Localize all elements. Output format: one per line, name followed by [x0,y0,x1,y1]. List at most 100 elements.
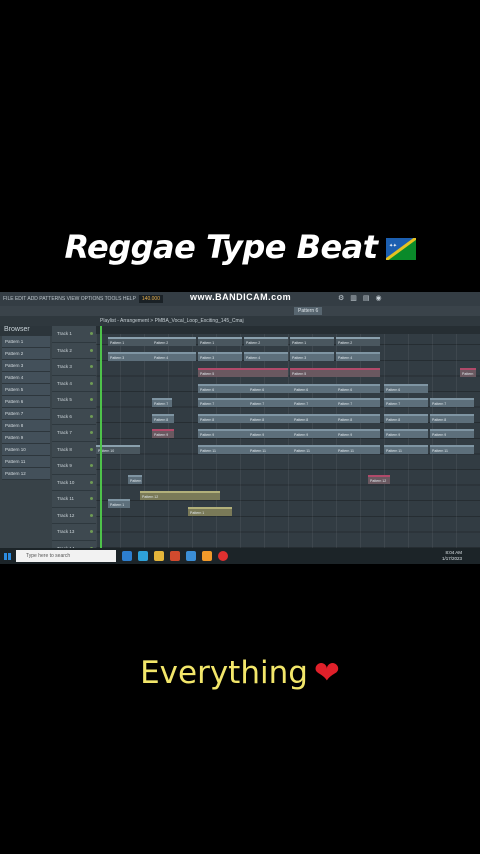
pattern-clip[interactable]: Pattern 7 [248,398,292,407]
browser-item[interactable]: Pattern 1 [2,336,50,348]
fl-studio-icon[interactable] [202,551,212,561]
pattern-clip[interactable]: Pattern 5 [198,368,288,377]
pattern-selector[interactable]: Pattern 6 [294,307,323,315]
pattern-clip[interactable]: Pattern 2 [152,337,196,346]
file-explorer-icon[interactable] [154,551,164,561]
track-header[interactable]: Track 11 [52,491,96,508]
pattern-clip[interactable]: Pattern 1 [290,337,334,346]
track-led-icon[interactable] [90,497,93,500]
browser-item[interactable]: Pattern 8 [2,420,50,432]
pattern-clip[interactable]: Pattern 7 [336,398,380,407]
track-header[interactable]: Track 5 [52,392,96,409]
pattern-clip[interactable]: Pattern 4 [244,352,288,361]
track-led-icon[interactable] [90,365,93,368]
track-led-icon[interactable] [90,332,93,335]
pattern-clip[interactable]: Pattern 7 [384,398,428,407]
pattern-clip[interactable]: Pattern 11 [430,445,474,454]
pattern-clip[interactable]: Pattern 8 [152,414,174,423]
track-led-icon[interactable] [90,381,93,385]
pattern-clip[interactable]: Pattern 9 [248,429,292,438]
pattern-clip[interactable]: Pattern 1 [108,337,152,346]
pattern-clip[interactable]: Pattern 10 [96,445,140,454]
pattern-clip[interactable]: Pattern 5 [460,368,476,377]
track-header[interactable]: Track 4 [52,376,96,392]
windows-start-icon[interactable] [0,548,14,564]
pattern-clip[interactable]: Pattern 8 [248,414,292,423]
timeline-ruler[interactable] [96,326,480,334]
pattern-clip[interactable]: Pattern 7 [430,398,474,407]
playhead[interactable] [100,326,102,548]
pattern-clip[interactable]: Pattern 1 [198,337,242,346]
track-header[interactable]: Track 3 [52,359,96,376]
browser-item[interactable]: Pattern 2 [2,348,50,360]
bandicam-icon[interactable] [218,551,228,561]
pattern-clip[interactable]: Pattern 11 [292,445,336,454]
track-led-icon[interactable] [90,480,93,484]
tempo-display[interactable]: 140.000 [138,295,163,303]
pattern-clip[interactable]: Pattern 4 [152,352,196,361]
track-led-icon[interactable] [90,431,93,434]
track-header[interactable]: Track 9 [52,458,96,475]
browser-item[interactable]: Pattern 6 [2,396,50,408]
track-led-icon[interactable] [90,348,93,352]
pattern-clip[interactable]: Pattern 9 [336,429,380,438]
plugin-icon[interactable]: ◉ [376,294,382,302]
track-led-icon[interactable] [90,398,93,401]
pattern-clip[interactable]: Pattern 7 [292,398,336,407]
pattern-clip[interactable]: Pattern 5 [290,368,380,377]
track-led-icon[interactable] [90,464,93,467]
pattern-clip[interactable]: Pattern 11 [198,445,248,454]
pattern-clip[interactable]: Pattern 9 [198,429,248,438]
chrome-icon[interactable] [170,551,180,561]
pattern-clip[interactable]: Pattern 7 [152,398,172,407]
pattern-clip[interactable]: Pattern 6 [336,384,380,393]
pattern-clip[interactable]: Pattern 1 [188,507,232,516]
pattern-clip[interactable]: Pattern 3 [108,352,152,361]
pattern-clip[interactable]: Pattern 2 [336,337,380,346]
pattern-clip[interactable]: Pattern 3 [198,352,242,361]
settings-icon[interactable]: ⚙ [338,294,344,302]
piano-icon[interactable]: ▤ [363,294,370,302]
track-header[interactable]: Track 12 [52,508,96,524]
browser-item[interactable]: Pattern 10 [2,444,50,456]
menu-items[interactable]: FILE EDIT ADD PATTERNS VIEW OPTIONS TOOL… [3,296,136,302]
browser-item[interactable]: Pattern 12 [2,468,50,480]
pattern-clip[interactable]: Pattern 8 [292,414,336,423]
pattern-clip[interactable]: Pattern 8 [198,414,248,423]
pattern-clip[interactable]: Pattern 3 [290,352,334,361]
pattern-clip[interactable]: Pattern 6 [384,384,428,393]
task-view-icon[interactable] [122,551,132,561]
browser-item[interactable]: Pattern 5 [2,384,50,396]
mixer-icon[interactable]: ▥ [350,294,357,302]
pattern-clip[interactable]: Pattern 12 [368,475,390,484]
browser-item[interactable]: Pattern 4 [2,372,50,384]
pattern-clip[interactable]: Pattern 12 [128,475,142,484]
pattern-clip[interactable]: Pattern 7 [198,398,248,407]
track-header[interactable]: Track 8 [52,442,96,458]
track-header[interactable]: Track 6 [52,409,96,425]
track-header[interactable]: Track 1 [52,326,96,343]
pattern-clip[interactable]: Pattern 12 [140,491,220,500]
browser-item[interactable]: Pattern 3 [2,360,50,372]
track-led-icon[interactable] [90,530,93,533]
pattern-clip[interactable]: Pattern 11 [384,445,428,454]
browser-item[interactable]: Pattern 11 [2,456,50,468]
track-header[interactable]: Track 13 [52,524,96,541]
pattern-clip[interactable]: Pattern 11 [248,445,292,454]
pattern-clip[interactable]: Pattern 9 [384,429,428,438]
track-led-icon[interactable] [90,447,93,451]
mail-icon[interactable] [186,551,196,561]
track-led-icon[interactable] [90,414,93,418]
pattern-clip[interactable]: Pattern 6 [248,384,292,393]
pattern-clip[interactable]: Pattern 9 [292,429,336,438]
track-led-icon[interactable] [90,513,93,517]
pattern-clip[interactable]: Pattern 6 [198,384,248,393]
pattern-clip[interactable]: Pattern 9 [152,429,174,438]
pattern-clip[interactable]: Pattern 4 [336,352,380,361]
pattern-clip[interactable]: Pattern 9 [430,429,474,438]
pattern-clip[interactable]: Pattern 2 [244,337,288,346]
browser-item[interactable]: Pattern 7 [2,408,50,420]
browser-item[interactable]: Pattern 9 [2,432,50,444]
pattern-clip[interactable]: Pattern 8 [336,414,380,423]
track-header[interactable]: Track 7 [52,425,96,442]
